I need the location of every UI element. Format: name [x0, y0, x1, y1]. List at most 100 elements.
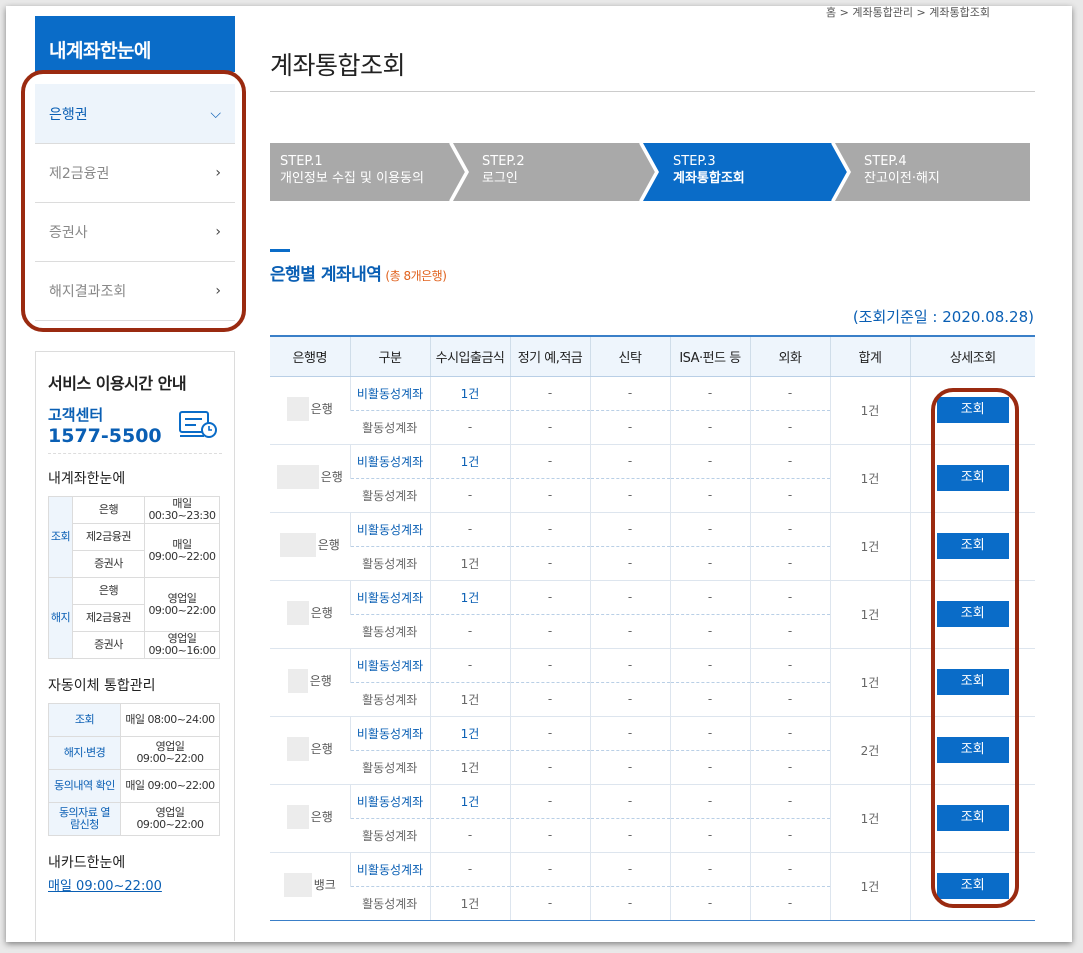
count-cell[interactable]: 1건 [429, 715, 510, 751]
count-cell: - [589, 886, 670, 921]
count-cell: - [509, 443, 590, 479]
detail-cell: 조회 [909, 579, 1035, 648]
sidebar-item-cancel-result[interactable]: 해지결과조회 › [35, 262, 235, 321]
card-service-time-link[interactable]: 매일 09:00~22:00 [48, 875, 222, 894]
inquiry-button[interactable]: 조회 [936, 533, 1009, 559]
count-cell: - [669, 579, 750, 615]
account-type-inactive: 비활동성계좌 [349, 715, 430, 751]
org-label: 증권사 [72, 631, 145, 659]
account-type-inactive: 비활동성계좌 [349, 579, 430, 615]
org-label: 제2금융권 [72, 523, 145, 551]
inquiry-button[interactable]: 조회 [936, 669, 1009, 695]
hours-cell: 영업일 09:00~22:00 [144, 577, 220, 632]
count-cell: - [669, 715, 750, 751]
count-cell: - [749, 614, 830, 648]
hours-cell: 매일 09:00~22:00 [144, 523, 220, 578]
account-type-inactive: 비활동성계좌 [349, 647, 430, 683]
count-cell[interactable]: 1건 [429, 783, 510, 819]
count-cell: - [749, 886, 830, 921]
chevron-right-icon: › [215, 283, 221, 299]
count-cell: - [589, 410, 670, 444]
table-row: 은행 비활동성계좌 1건 - - - -1건 조회 [270, 579, 1035, 648]
card-service-title: 내카드한눈에 [48, 855, 126, 871]
table-row: 뱅크 비활동성계좌 - - - - -1건 조회 [270, 851, 1035, 921]
total-cell: 1건 [829, 443, 910, 512]
sidebar-item-bank[interactable]: 은행권 ⌵ [35, 84, 235, 144]
account-type-active: 활동성계좌 [362, 692, 418, 707]
count-cell: - [749, 375, 830, 411]
count-cell: - [749, 478, 830, 512]
count-cell: - [669, 851, 750, 887]
bank-name: 은행 [310, 402, 333, 416]
count-cell: - [749, 546, 830, 580]
section-accent-bar [270, 249, 290, 252]
sidebar-item-label: 은행권 [49, 106, 88, 123]
inquiry-button[interactable]: 조회 [936, 601, 1009, 627]
bank-name-cell: 은행 [270, 579, 350, 648]
col-header: 상세조회 [909, 335, 1035, 377]
category-inquiry: 조회 [48, 496, 73, 578]
count-cell: - [589, 750, 670, 784]
category-cancel: 해지 [48, 577, 73, 659]
chevron-down-icon: ⌵ [210, 105, 221, 122]
table-row: 은행 비활동성계좌 - - - - -1건 조회 [270, 511, 1035, 580]
col-header: 합계 [829, 335, 910, 377]
inquiry-button[interactable]: 조회 [936, 873, 1009, 899]
count-cell: - [669, 783, 750, 819]
sidebar-item-securities[interactable]: 증권사 › [35, 203, 235, 262]
count-cell: - [509, 886, 590, 921]
org-label: 제2금융권 [72, 604, 145, 632]
count-cell: - [749, 783, 830, 819]
detail-cell: 조회 [909, 715, 1035, 784]
hours-cell: 매일 00:30~23:30 [144, 496, 220, 524]
count-cell[interactable]: 1건 [429, 375, 510, 411]
auto-transfer-table: 조회 매일 08:00~24:00 해지·변경 영업일 09:00~22:00 동의… [48, 703, 220, 836]
count-cell[interactable]: 1건 [429, 579, 510, 615]
count-cell: - [429, 410, 510, 444]
count-cell: - [669, 546, 750, 580]
count-cell: - [589, 614, 670, 648]
count-cell: - [749, 818, 830, 852]
sidebar-item-label: 해지결과조회 [49, 284, 127, 300]
masked-bank-name [286, 600, 309, 625]
bank-name: 은행 [317, 538, 340, 552]
bank-name-cell: 은행 [270, 647, 350, 716]
count-cell: - [509, 511, 590, 547]
col-header: 정기 예,적금 [509, 335, 590, 377]
total-cell: 1건 [829, 579, 910, 648]
page-title: 계좌통합조회 [270, 51, 406, 80]
count-cell: - [669, 682, 750, 716]
count-cell: - [669, 886, 750, 921]
detail-cell: 조회 [909, 443, 1035, 512]
inquiry-button[interactable]: 조회 [936, 737, 1009, 763]
breadcrumb: 홈 > 계좌통합관리 > 계좌통합조회 [826, 6, 990, 19]
account-type-active: 활동성계좌 [362, 828, 418, 843]
count-cell: 1건 [429, 750, 510, 784]
count-cell[interactable]: 1건 [429, 443, 510, 479]
bank-count: (총 8개은행) [385, 269, 447, 283]
count-cell: - [749, 579, 830, 615]
table-row: 은행 비활동성계좌 1건 - - - -1건 조회 [270, 443, 1035, 512]
masked-bank-name [279, 532, 316, 557]
bank-name-cell: 뱅크 [270, 851, 350, 921]
bank-name: 뱅크 [313, 878, 336, 892]
auto-value: 영업일 09:00~22:00 [120, 802, 220, 836]
section-title: 은행별 계좌내역 (총 8개은행) [270, 265, 447, 285]
inquiry-button[interactable]: 조회 [936, 397, 1009, 423]
detail-cell: 조회 [909, 375, 1035, 444]
masked-bank-name [287, 668, 308, 693]
inquiry-button[interactable]: 조회 [936, 465, 1009, 491]
sidebar-item-second-financial[interactable]: 제2금융권 › [35, 144, 235, 203]
auto-value: 매일 09:00~22:00 [120, 769, 220, 803]
inquiry-button[interactable]: 조회 [936, 805, 1009, 831]
service-hours-panel: 서비스 이용시간 안내 고객센터 1577-5500 내계좌한눈에 조회 은행 … [35, 351, 235, 941]
count-cell: - [749, 715, 830, 751]
bank-name-cell: 은행 [270, 375, 350, 444]
step-4: STEP.4 잔고이전·해지 [864, 154, 940, 186]
step-3-active: STEP.3 계좌통합조회 [673, 154, 745, 186]
count-cell: - [589, 375, 670, 411]
count-cell: 1건 [429, 886, 510, 921]
account-type-inactive: 비활동성계좌 [349, 443, 430, 479]
table-row: 은행 비활동성계좌 1건 - - - -1건 조회 [270, 375, 1035, 444]
account-type-inactive: 비활동성계좌 [349, 783, 430, 819]
